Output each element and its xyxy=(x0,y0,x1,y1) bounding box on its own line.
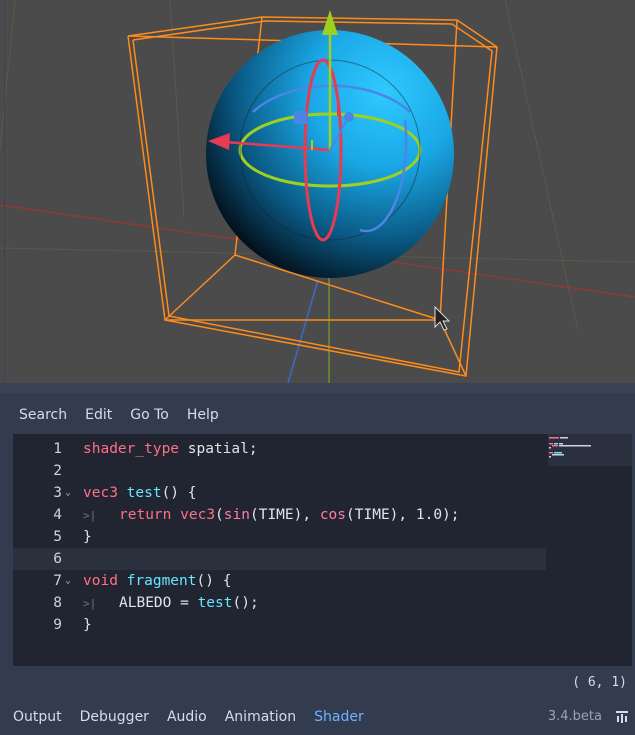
code-text: void fragment() { xyxy=(83,573,232,589)
tab-audio[interactable]: Audio xyxy=(158,707,216,727)
tab-debugger[interactable]: Debugger xyxy=(71,707,158,727)
line-number: 2 xyxy=(53,463,62,479)
line-number: 3 xyxy=(53,485,62,501)
code-line[interactable]: 2 xyxy=(13,460,546,482)
code-minimap[interactable] xyxy=(547,434,632,666)
menu-go-to[interactable]: Go To xyxy=(121,405,178,425)
line-number: 4 xyxy=(53,507,62,523)
code-line[interactable]: 4 >| return vec3(sin(TIME), cos(TIME), 1.0… xyxy=(13,504,546,526)
tab-indicator-icon: >| xyxy=(83,509,97,522)
menu-search[interactable]: Search xyxy=(10,405,76,425)
viewport-divider[interactable] xyxy=(0,383,635,393)
version-label: 3.4.beta xyxy=(547,709,602,724)
code-text: >| return vec3(sin(TIME), cos(TIME), 1.0)… xyxy=(83,504,460,527)
3d-viewport[interactable] xyxy=(0,0,635,383)
line-number: 6 xyxy=(53,551,62,567)
shader-menubar: Search Edit Go To Help xyxy=(10,405,228,425)
code-text: shader_type spatial; xyxy=(83,441,258,457)
code-editor[interactable]: 1 shader_type spatial; 2 3 ⌄ vec3 test() {4 >|… xyxy=(13,434,632,666)
code-line[interactable]: 5} xyxy=(13,526,546,548)
mouse-cursor-icon xyxy=(434,305,451,331)
chevron-down-icon[interactable]: ⌄ xyxy=(65,482,71,504)
line-number: 1 xyxy=(53,441,62,457)
z-axis-line xyxy=(287,279,319,383)
tab-output[interactable]: Output xyxy=(4,707,71,727)
code-line[interactable]: 9} xyxy=(13,614,546,636)
tab-shader[interactable]: Shader xyxy=(305,707,373,727)
code-line[interactable]: 7 ⌄ void fragment() { xyxy=(13,570,546,592)
line-number: 7 xyxy=(53,573,62,589)
tab-indicator-icon: >| xyxy=(83,597,97,610)
code-text: vec3 test() { xyxy=(83,485,197,501)
line-number: 9 xyxy=(53,617,62,633)
menu-help[interactable]: Help xyxy=(178,405,228,425)
code-line[interactable]: 6 xyxy=(13,548,546,570)
code-text: } xyxy=(83,529,92,545)
line-number: 5 xyxy=(53,529,62,545)
line-number: 8 xyxy=(53,595,62,611)
shader-editor-panel: Search Edit Go To Help 1 shader_type spat… xyxy=(0,393,635,735)
code-line[interactable]: 1 shader_type spatial; xyxy=(13,438,546,460)
code-text: } xyxy=(83,617,92,633)
scene-render[interactable] xyxy=(0,0,635,383)
cursor-position: ( 6, 1) xyxy=(572,675,627,690)
pin-icon[interactable] xyxy=(614,709,630,725)
menu-edit[interactable]: Edit xyxy=(76,405,121,425)
code-line[interactable]: 8 >| ALBEDO = test(); xyxy=(13,592,546,614)
tab-animation[interactable]: Animation xyxy=(216,707,305,727)
chevron-down-icon[interactable]: ⌄ xyxy=(65,570,71,592)
code-text: >| ALBEDO = test(); xyxy=(83,592,259,615)
code-line[interactable]: 3 ⌄ vec3 test() { xyxy=(13,482,546,504)
bottom-panel-tabs: Output Debugger Audio Animation Shader xyxy=(4,707,373,727)
